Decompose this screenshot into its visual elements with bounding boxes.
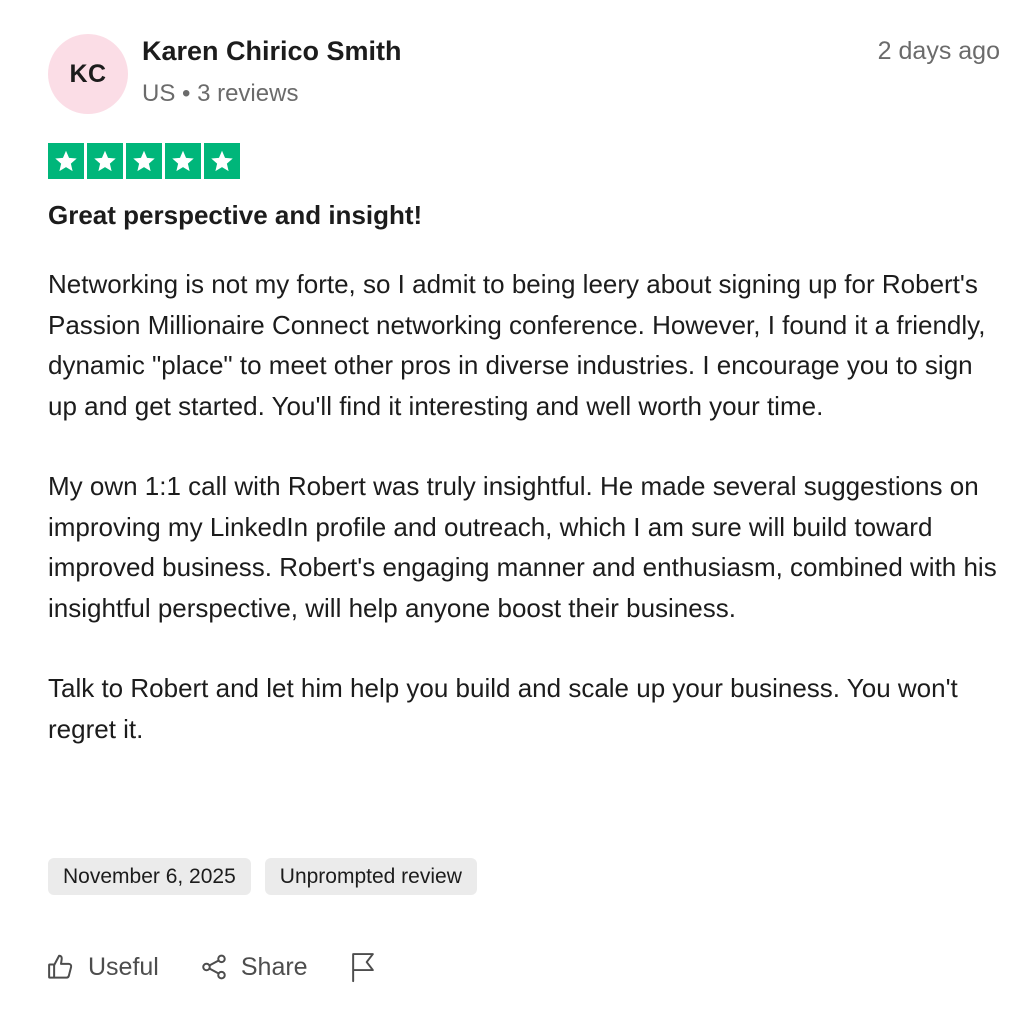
useful-button[interactable]: Useful [46,952,159,982]
star-rating [48,143,240,179]
reviewer-meta: US • 3 reviews [142,80,299,107]
star-icon [204,143,240,179]
avatar-initials: KC [69,59,107,88]
review-type-tag[interactable]: Unprompted review [264,858,477,895]
review-tags: November 6, 2025 Unprompted review [48,858,477,895]
star-icon [48,143,84,179]
avatar[interactable]: KC [48,34,128,114]
share-label: Share [240,952,308,981]
review-paragraph: My own 1:1 call with Robert was truly in… [48,471,997,623]
reviewer-name[interactable]: Karen Chirico Smith [142,36,402,67]
thumbs-up-icon [46,952,76,982]
review-title[interactable]: Great perspective and insight! [48,200,422,231]
review-body: Networking is not my forte, so I admit t… [48,264,1008,789]
star-icon [87,143,123,179]
review-paragraph: Networking is not my forte, so I admit t… [48,269,986,421]
report-button[interactable] [348,951,378,983]
review-paragraph: Talk to Robert and let him help you buil… [48,673,958,744]
flag-icon [348,951,378,983]
share-button[interactable]: Share [199,952,308,982]
review-actions: Useful Share [46,946,418,988]
star-icon [165,143,201,179]
useful-label: Useful [88,952,159,981]
star-icon [126,143,162,179]
review-card: KC Karen Chirico Smith US • 3 reviews 2 … [0,0,1022,1024]
date-of-experience-tag: November 6, 2025 [48,858,251,895]
review-relative-date: 2 days ago [877,37,1000,65]
share-icon [199,952,229,982]
